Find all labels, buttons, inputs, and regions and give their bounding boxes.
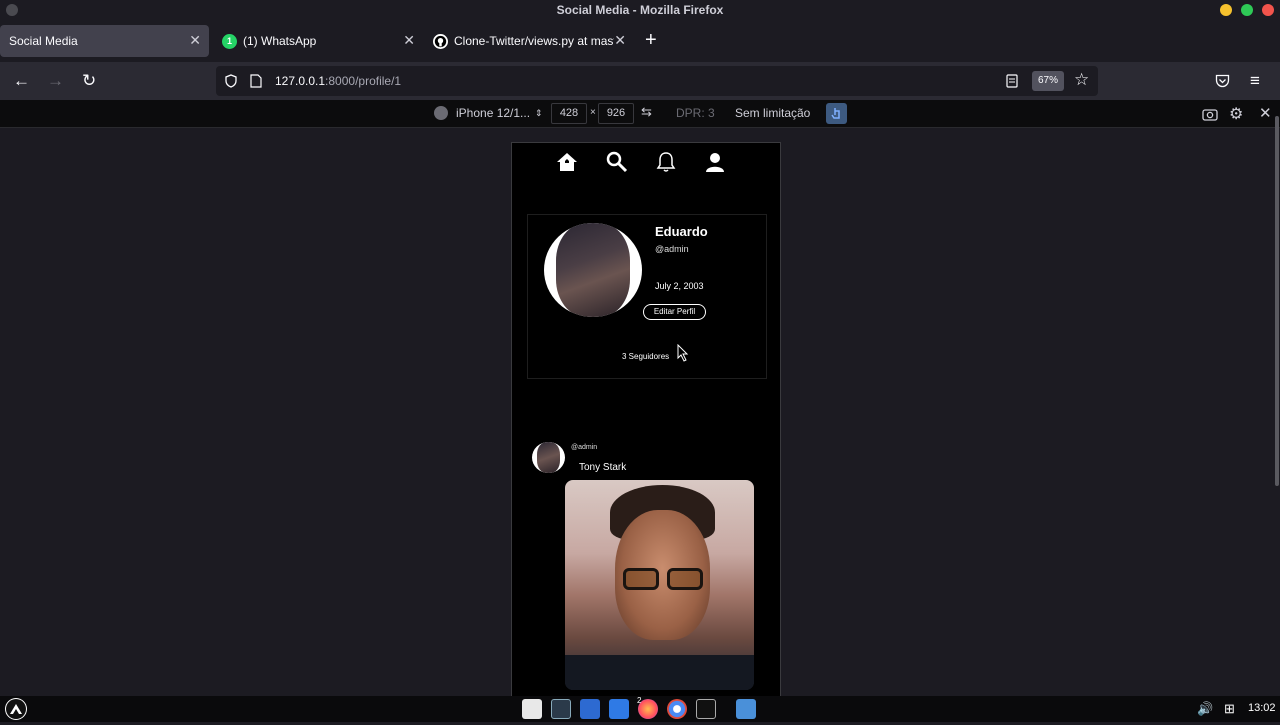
mobile-viewport: Eduardo @admin July 2, 2003 Editar Perfi… — [511, 142, 781, 702]
shield-icon[interactable] — [224, 74, 238, 88]
profile-handle: @admin — [655, 244, 689, 254]
mouse-cursor-icon — [677, 344, 689, 362]
device-selector[interactable]: iPhone 12/1... — [456, 106, 530, 120]
forward-arrow-icon[interactable]: → — [47, 71, 64, 91]
close-icon[interactable]: ✕ — [614, 32, 626, 49]
console-icon[interactable] — [696, 699, 716, 719]
profile-card: Eduardo @admin July 2, 2003 Editar Perfi… — [527, 214, 767, 379]
tab-label: Social Media — [9, 34, 78, 48]
minimize-button[interactable] — [1220, 4, 1232, 16]
tab-social-media[interactable]: Social Media ✕ — [0, 25, 209, 57]
post-avatar[interactable] — [532, 442, 565, 473]
post-image[interactable] — [565, 480, 754, 690]
settings-gear-icon[interactable]: ⚙ — [1229, 104, 1243, 124]
page-scrollbar[interactable] — [1275, 116, 1279, 486]
network-icon[interactable]: ⊞ — [1224, 701, 1235, 717]
user-icon[interactable] — [704, 151, 726, 173]
pocket-icon[interactable] — [1215, 74, 1230, 88]
close-window-button[interactable] — [1262, 4, 1274, 16]
responsive-design-toolbar: iPhone 12/1... ⇕ 428 × 926 ⇆ DPR: 3 Sem … — [0, 100, 1280, 128]
profile-avatar — [544, 223, 642, 317]
title-bar: Social Media - Mozilla Firefox — [0, 0, 1280, 20]
chrome-icon[interactable] — [667, 699, 687, 719]
close-rdm-icon[interactable]: ✕ — [1259, 104, 1272, 122]
taskbar: 2 🔊 ⊞ 13:02 — [0, 696, 1280, 722]
folder-icon[interactable] — [736, 699, 756, 719]
tab-label: (1) WhatsApp — [243, 34, 317, 48]
start-menu-icon[interactable] — [5, 698, 27, 720]
zoom-level-badge[interactable]: 67% — [1032, 71, 1064, 91]
close-icon[interactable]: ✕ — [403, 32, 415, 49]
whatsapp-icon: 1 — [222, 33, 237, 49]
bell-icon[interactable] — [655, 151, 677, 173]
navigation-toolbar: ← → ↻ 127.0.0.1:8000/profile/1 67% ☆ ≡ — [0, 62, 1280, 100]
followers-count[interactable]: 3 Seguidores — [622, 352, 669, 361]
bookmark-star-icon[interactable]: ☆ — [1074, 70, 1089, 90]
clock[interactable]: 13:02 — [1248, 702, 1276, 714]
viewport-width-input[interactable]: 428 — [551, 103, 587, 124]
file-manager-icon[interactable] — [522, 699, 542, 719]
url-text[interactable]: 127.0.0.1:8000/profile/1 — [275, 74, 401, 88]
page-icon — [250, 74, 262, 88]
rotate-device-icon[interactable]: ⇆ — [641, 104, 652, 120]
post-handle[interactable]: @admin — [571, 444, 597, 451]
device-dropdown-icon[interactable]: ⇕ — [535, 108, 543, 119]
back-arrow-icon[interactable]: ← — [13, 71, 30, 91]
edit-profile-button[interactable]: Editar Perfil — [643, 304, 706, 320]
device-icon — [434, 106, 448, 120]
touch-simulation-icon[interactable] — [826, 103, 847, 124]
dpr-selector[interactable]: DPR: 3 — [676, 106, 715, 120]
url-host: 127.0.0.1 — [275, 74, 326, 88]
reload-icon[interactable]: ↻ — [82, 71, 96, 91]
firefox-window-count: 2 — [637, 696, 642, 705]
url-bar[interactable]: 127.0.0.1:8000/profile/1 67% ☆ — [216, 66, 1098, 96]
tab-whatsapp[interactable]: 1 (1) WhatsApp ✕ — [213, 25, 423, 57]
reader-view-icon[interactable] — [1006, 74, 1018, 88]
browser-content: Eduardo @admin July 2, 2003 Editar Perfi… — [0, 116, 1280, 702]
hamburger-menu-icon[interactable]: ≡ — [1250, 71, 1260, 91]
new-tab-plus-icon[interactable]: + — [645, 29, 657, 52]
throttle-selector[interactable]: Sem limitação — [735, 106, 810, 120]
window-title: Social Media - Mozilla Firefox — [556, 3, 724, 17]
github-icon — [433, 33, 448, 49]
profile-birth-date: July 2, 2003 — [655, 281, 704, 291]
viewport-height-input[interactable]: 926 — [598, 103, 634, 124]
search-icon[interactable] — [606, 151, 628, 173]
terminal-app-icon[interactable] — [551, 699, 571, 719]
screenshot-camera-icon[interactable] — [1202, 107, 1218, 121]
text-editor-icon[interactable] — [580, 699, 600, 719]
app-navigation — [512, 143, 780, 183]
dimension-separator: × — [590, 107, 596, 118]
office-writer-icon[interactable] — [609, 699, 629, 719]
close-icon[interactable]: ✕ — [189, 32, 201, 49]
url-path: :8000/profile/1 — [325, 74, 402, 88]
tab-github[interactable]: Clone-Twitter/views.py at maste ✕ — [424, 25, 634, 57]
profile-name: Eduardo — [655, 224, 708, 239]
maximize-button[interactable] — [1241, 4, 1253, 16]
post-text: Tony Stark — [579, 462, 627, 473]
tab-strip: Social Media ✕ 1 (1) WhatsApp ✕ Clone-Tw… — [0, 20, 1280, 62]
tab-label: Clone-Twitter/views.py at maste — [454, 34, 614, 48]
volume-icon[interactable]: 🔊 — [1197, 701, 1213, 717]
home-icon[interactable] — [556, 151, 578, 173]
